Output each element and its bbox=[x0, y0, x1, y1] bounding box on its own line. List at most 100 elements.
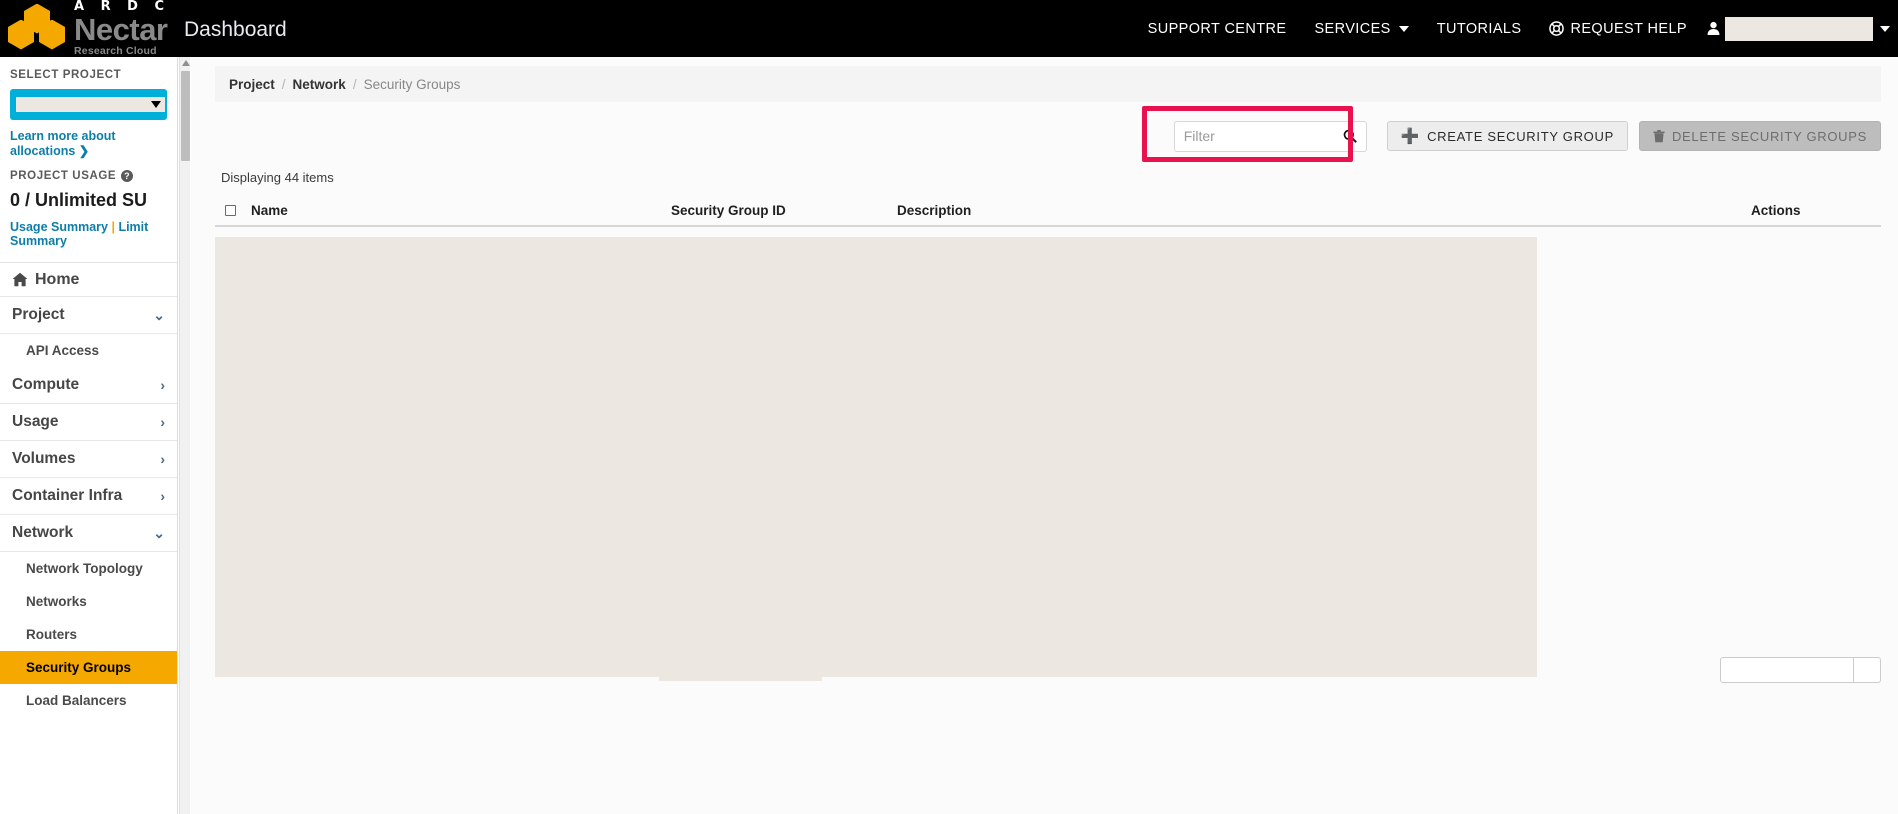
chevron-right-icon: › bbox=[160, 377, 165, 393]
chevron-down-icon: ⌄ bbox=[153, 306, 165, 323]
sidebar-item-api-access-label: API Access bbox=[26, 343, 100, 358]
sidebar-item-networks-label: Networks bbox=[26, 594, 87, 609]
sidebar-item-network[interactable]: Network ⌄ bbox=[0, 515, 177, 552]
scroll-up-arrow-icon[interactable] bbox=[182, 60, 190, 66]
nectar-text: Nectar bbox=[74, 12, 168, 48]
sidebar-item-container-infra[interactable]: Container Infra › bbox=[0, 478, 177, 515]
nav-tutorials[interactable]: TUTORIALS bbox=[1423, 21, 1536, 37]
project-usage-label: PROJECT USAGE ? bbox=[10, 170, 167, 182]
brand-logo[interactable]: A R D C Nectar Research Cloud Dashboard bbox=[0, 0, 287, 57]
table-toolbar: Filter ➕ CREATE SECURITY GROUP DELETE SE… bbox=[215, 106, 1881, 162]
filter-input[interactable]: Filter bbox=[1184, 128, 1343, 144]
top-nav-links: SUPPORT CENTRE SERVICES TUTORIALS REQUES… bbox=[1134, 16, 1898, 41]
sidebar-item-usage-label: Usage bbox=[12, 413, 59, 430]
project-usage-value: 0 / Unlimited SU bbox=[10, 190, 148, 210]
search-icon[interactable] bbox=[1343, 129, 1357, 143]
breadcrumb-separator: / bbox=[352, 76, 357, 92]
sidebar-item-routers[interactable]: Routers bbox=[0, 618, 177, 651]
column-header-name[interactable]: Name bbox=[251, 203, 671, 218]
nav-support-centre[interactable]: SUPPORT CENTRE bbox=[1134, 21, 1301, 37]
user-icon bbox=[1707, 21, 1720, 35]
table-header-row: Name Security Group ID Description Actio… bbox=[215, 195, 1881, 227]
sidebar-item-compute[interactable]: Compute › bbox=[0, 367, 177, 404]
create-security-group-label: CREATE SECURITY GROUP bbox=[1427, 128, 1614, 144]
summary-links: Usage Summary | Limit Summary bbox=[10, 220, 167, 248]
security-groups-table: Displaying 44 items Name Security Group … bbox=[215, 166, 1881, 677]
main-content: Project / Network / Security Groups Filt… bbox=[191, 57, 1898, 814]
nav-support-centre-label: SUPPORT CENTRE bbox=[1147, 20, 1287, 37]
create-security-group-button[interactable]: ➕ CREATE SECURITY GROUP bbox=[1386, 121, 1628, 151]
help-icon[interactable]: ? bbox=[121, 170, 134, 182]
scrollbar-thumb[interactable] bbox=[181, 71, 190, 161]
filter-input-wrapper[interactable]: Filter bbox=[1173, 120, 1367, 152]
sidebar-item-network-topology[interactable]: Network Topology bbox=[0, 552, 177, 585]
project-name-redaction bbox=[16, 97, 165, 112]
sidebar-item-project-label: Project bbox=[12, 306, 65, 323]
usage-summary-link[interactable]: Usage Summary bbox=[10, 220, 108, 234]
breadcrumb-item-project[interactable]: Project bbox=[229, 77, 275, 92]
nav-services-label: SERVICES bbox=[1314, 20, 1391, 37]
sidebar-item-network-label: Network bbox=[12, 524, 74, 541]
pagination-controls bbox=[1720, 657, 1881, 683]
user-chevron-down-icon bbox=[1880, 25, 1890, 32]
project-selector-dropdown[interactable] bbox=[10, 89, 167, 120]
sidebar-item-home[interactable]: Home bbox=[0, 263, 177, 297]
column-header-actions: Actions bbox=[1751, 202, 1801, 218]
breadcrumb-item-network[interactable]: Network bbox=[293, 77, 346, 92]
nav-request-help-label: REQUEST HELP bbox=[1570, 20, 1687, 37]
delete-security-groups-button[interactable]: DELETE SECURITY GROUPS bbox=[1638, 121, 1881, 151]
pagination-button[interactable] bbox=[1854, 657, 1881, 683]
sidebar-item-api-access[interactable]: API Access bbox=[0, 334, 177, 367]
top-navigation-bar: A R D C Nectar Research Cloud Dashboard … bbox=[0, 0, 1898, 57]
chevron-down-icon: ⌄ bbox=[153, 524, 165, 541]
nectar-hexagon-logo-icon bbox=[8, 3, 70, 54]
sidebar-item-networks[interactable]: Networks bbox=[0, 585, 177, 618]
sidebar-item-volumes[interactable]: Volumes › bbox=[0, 441, 177, 478]
sidebar-item-load-balancers-label: Load Balancers bbox=[26, 693, 127, 708]
select-all-checkbox-cell[interactable] bbox=[225, 204, 251, 216]
sidebar-item-security-groups[interactable]: Security Groups bbox=[0, 651, 177, 684]
breadcrumb: Project / Network / Security Groups bbox=[215, 66, 1881, 102]
chevron-down-icon bbox=[1398, 25, 1409, 32]
chevron-right-icon: › bbox=[160, 451, 165, 467]
sidebar-item-network-topology-label: Network Topology bbox=[26, 561, 143, 576]
sidebar-item-load-balancers[interactable]: Load Balancers bbox=[0, 684, 177, 717]
column-header-description[interactable]: Description bbox=[897, 203, 1751, 218]
user-name-redaction bbox=[1725, 16, 1873, 41]
nav-request-help[interactable]: REQUEST HELP bbox=[1535, 21, 1701, 37]
breadcrumb-current-security-groups: Security Groups bbox=[363, 76, 461, 92]
learn-more-allocations-link[interactable]: Learn more about allocations ❯ bbox=[10, 129, 167, 158]
delete-security-groups-label: DELETE SECURITY GROUPS bbox=[1671, 128, 1867, 144]
displaying-count: Displaying 44 items bbox=[221, 170, 334, 185]
chevron-down-icon bbox=[151, 101, 161, 108]
research-cloud-text: Research Cloud bbox=[74, 45, 157, 58]
pagination-input[interactable] bbox=[1720, 657, 1854, 683]
sidebar-item-routers-label: Routers bbox=[26, 627, 78, 642]
select-all-checkbox[interactable] bbox=[225, 204, 236, 216]
user-menu[interactable] bbox=[1701, 16, 1890, 41]
sidebar-item-project[interactable]: Project ⌄ bbox=[0, 297, 177, 334]
sidebar-scrollbar[interactable] bbox=[179, 57, 190, 814]
dashboard-title: Dashboard bbox=[183, 17, 287, 41]
home-icon bbox=[12, 272, 28, 287]
sidebar: SELECT PROJECT Learn more about allocati… bbox=[0, 57, 178, 814]
sidebar-item-usage[interactable]: Usage › bbox=[0, 404, 177, 441]
nav-services[interactable]: SERVICES bbox=[1300, 21, 1422, 37]
project-usage-text: PROJECT USAGE bbox=[10, 170, 117, 182]
table-body-redaction bbox=[215, 237, 1537, 677]
brand-wordmark: A R D C Nectar Research Cloud bbox=[74, 0, 170, 57]
nav-tutorials-label: TUTORIALS bbox=[1436, 20, 1522, 37]
column-header-security-group-id[interactable]: Security Group ID bbox=[671, 203, 897, 218]
sidebar-item-container-infra-label: Container Infra bbox=[12, 487, 123, 504]
select-project-label: SELECT PROJECT bbox=[10, 69, 122, 81]
footer-redaction bbox=[659, 651, 822, 681]
life-ring-icon bbox=[1549, 21, 1565, 36]
breadcrumb-separator: / bbox=[281, 76, 286, 92]
trash-icon bbox=[1653, 129, 1665, 142]
chevron-right-icon: › bbox=[160, 488, 165, 504]
sidebar-item-security-groups-label: Security Groups bbox=[26, 660, 132, 675]
summary-separator: | bbox=[111, 220, 115, 234]
chevron-right-icon: › bbox=[160, 414, 165, 430]
sidebar-item-volumes-label: Volumes bbox=[12, 450, 76, 467]
sidebar-item-home-label: Home bbox=[35, 270, 80, 288]
